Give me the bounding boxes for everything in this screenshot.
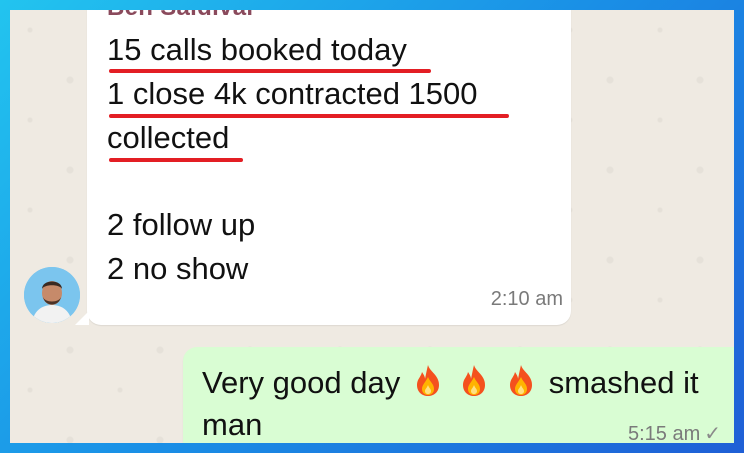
sender-name[interactable]: Ben Saldivar [107,10,256,22]
fire-emoji-icon [416,365,439,396]
outgoing-time: 5:15 am [627,423,701,443]
message-line-3: collected [107,120,230,155]
fire-emoji-icon [463,365,486,396]
incoming-message-bubble[interactable]: Ben Saldivar 15 calls booked today 1 clo… [75,10,571,325]
message-line-5: 2 no show [107,251,249,286]
red-underline [109,158,243,162]
chat-background: Ben Saldivar 15 calls booked today 1 clo… [10,10,734,443]
avatar-photo-icon [24,267,80,323]
outgoing-message-bubble[interactable]: Very good day smashed it man 5:15 am ✓ [183,347,734,443]
sender-avatar[interactable] [24,267,80,323]
sent-check-icon: ✓ [704,423,721,443]
red-underline [109,114,509,118]
message-timestamp: 2:10 am [490,288,563,310]
red-underline [109,69,431,73]
message-line-4: 2 follow up [107,207,256,242]
message-timestamp: 5:15 am ✓ [628,421,721,443]
outgoing-text-part: Very good day [202,365,401,400]
message-line-1: 15 calls booked today [107,32,407,67]
fire-emoji-icon [510,365,533,396]
message-line-2: 1 close 4k contracted 1500 [107,76,478,111]
